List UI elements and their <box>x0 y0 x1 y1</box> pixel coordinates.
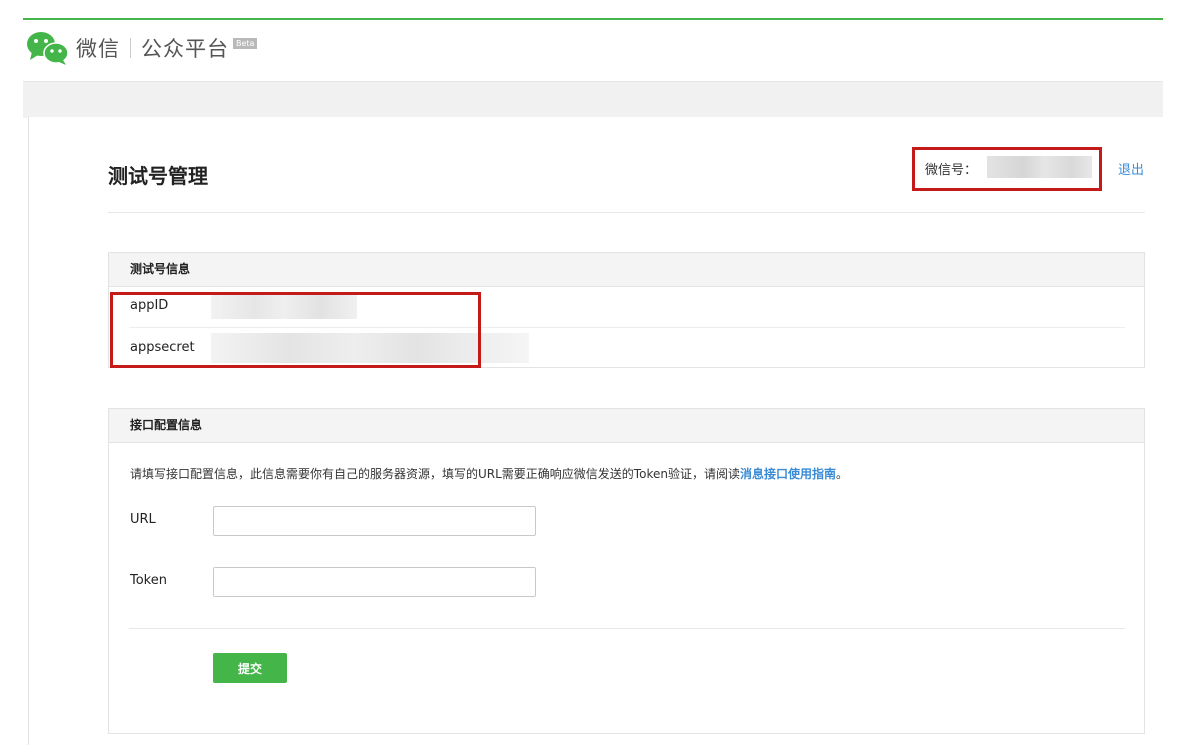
header-separator <box>130 38 131 58</box>
header-accent-line <box>23 18 1163 20</box>
header-gray-band <box>23 81 1163 118</box>
page-title: 测试号管理 <box>108 164 208 188</box>
wechat-id-redacted-value <box>987 156 1092 178</box>
message-api-guide-link[interactable]: 消息接口使用指南 <box>740 467 836 481</box>
url-label: URL <box>130 512 156 527</box>
description-end: 。 <box>835 467 848 481</box>
interface-config-panel-title: 接口配置信息 <box>109 409 1144 443</box>
wechat-id-label: 微信号： <box>925 163 978 178</box>
platform-name: 公众平台 <box>141 37 229 61</box>
interface-config-description: 请填写接口配置信息，此信息需要你有自己的服务器资源，填写的URL需要正确响应微信… <box>130 465 848 482</box>
credentials-highlight-box <box>110 292 481 368</box>
title-divider <box>108 212 1145 213</box>
token-input[interactable] <box>213 567 536 597</box>
logout-link[interactable]: 退出 <box>1118 159 1144 178</box>
url-input[interactable] <box>213 506 536 536</box>
description-text: 请填写接口配置信息，此信息需要你有自己的服务器资源，填写的URL需要正确响应微信… <box>130 467 740 481</box>
beta-badge: Beta <box>233 37 258 49</box>
form-divider <box>129 628 1125 629</box>
interface-config-panel: 接口配置信息 请填写接口配置信息，此信息需要你有自己的服务器资源，填写的URL需… <box>108 408 1145 734</box>
token-label: Token <box>130 573 167 588</box>
wechat-logo-icon <box>27 32 69 65</box>
header-logo[interactable]: 微信 公众平台 Beta <box>26 30 258 66</box>
test-account-panel-title: 测试号信息 <box>109 253 1144 287</box>
submit-button[interactable]: 提交 <box>213 653 287 683</box>
brand-name: 微信 <box>76 37 120 61</box>
